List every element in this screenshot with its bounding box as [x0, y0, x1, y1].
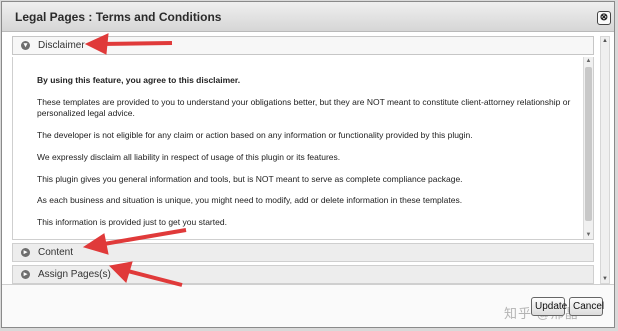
- dialog-window: Legal Pages : Terms and Conditions ⊗ ▾ D…: [1, 1, 615, 328]
- scrollbar-thumb[interactable]: [585, 67, 592, 221]
- accordion-label-assign-pages: Assign Pages(s): [38, 269, 111, 280]
- disclaimer-paragraph: The developer is not eligible for any cl…: [37, 130, 473, 140]
- disclaimer-paragraph: As each business and situation is unique…: [37, 195, 463, 205]
- disclaimer-paragraph: This plugin gives you general informatio…: [37, 174, 463, 184]
- cancel-button[interactable]: Cancel: [569, 297, 604, 316]
- dialog-scrollbar[interactable]: ▲ ▼: [600, 36, 610, 284]
- panel-scrollbar[interactable]: ▲ ▼: [583, 57, 593, 239]
- scroll-down-icon[interactable]: ▼: [584, 231, 593, 239]
- expand-icon: ▸: [21, 248, 30, 257]
- collapse-icon: ▾: [21, 41, 30, 50]
- scroll-up-icon[interactable]: ▲: [584, 57, 593, 65]
- dialog-footer: 知乎 @邢晶 Update Cancel: [2, 284, 614, 327]
- accordion-header-disclaimer[interactable]: ▾ Disclaimer: [12, 36, 594, 55]
- update-button[interactable]: Update: [531, 297, 567, 316]
- accordion: ▾ Disclaimer By using this feature, you …: [12, 36, 597, 286]
- scroll-down-icon[interactable]: ▼: [601, 275, 609, 283]
- expand-icon: ▸: [21, 270, 30, 279]
- scroll-up-icon[interactable]: ▲: [601, 37, 609, 45]
- close-icon[interactable]: ⊗: [597, 11, 611, 25]
- disclaimer-paragraph: These templates are provided to you to u…: [37, 97, 571, 118]
- disclaimer-paragraph: This information is provided just to get…: [37, 217, 227, 227]
- disclaimer-paragraph: We expressly disclaim all liability in r…: [37, 152, 341, 162]
- dialog-title: Legal Pages : Terms and Conditions: [15, 10, 222, 24]
- accordion-header-assign-pages[interactable]: ▸ Assign Pages(s): [12, 265, 594, 284]
- disclaimer-panel: By using this feature, you agree to this…: [12, 57, 594, 240]
- dialog-titlebar: Legal Pages : Terms and Conditions ⊗: [2, 2, 614, 32]
- disclaimer-lead: By using this feature, you agree to this…: [37, 75, 241, 85]
- accordion-label-content: Content: [38, 247, 74, 258]
- accordion-header-content[interactable]: ▸ Content: [12, 243, 594, 262]
- accordion-label-disclaimer: Disclaimer: [38, 40, 85, 51]
